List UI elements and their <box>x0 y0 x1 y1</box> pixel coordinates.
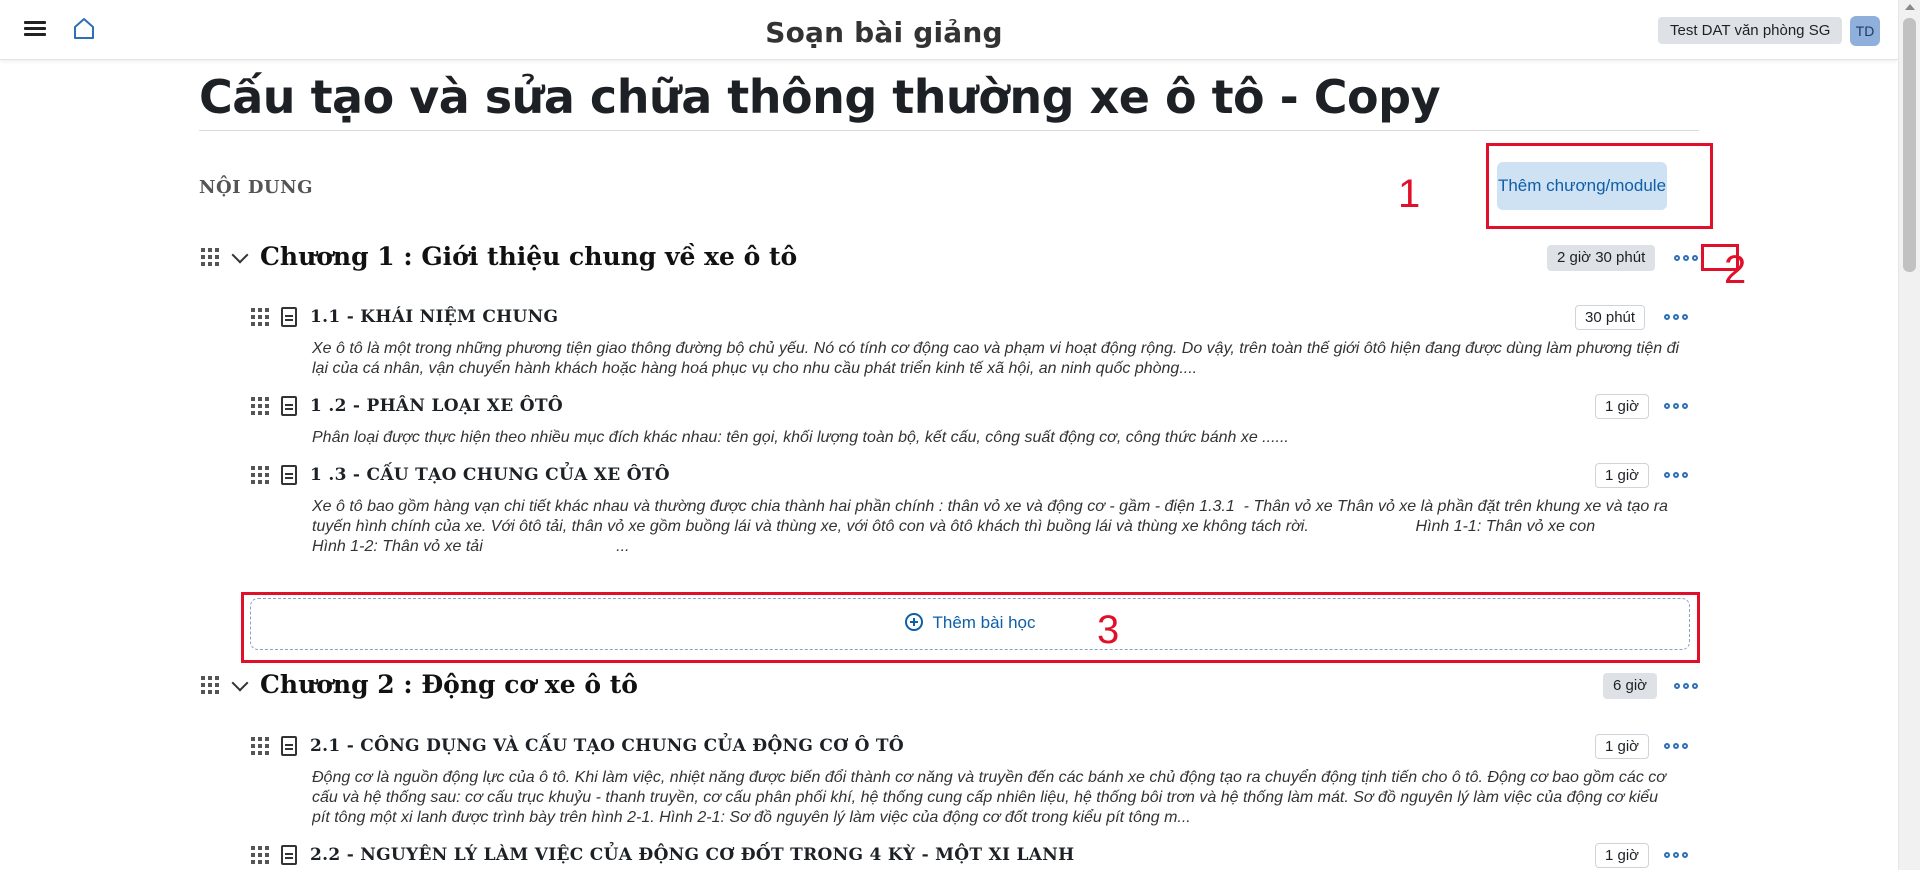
annotation-number-2: 2 <box>1724 248 1747 292</box>
drag-handle-icon[interactable] <box>251 737 269 755</box>
lesson-description: Xe ô tô bao gồm hàng vạn chi tiết khác n… <box>312 498 1668 555</box>
lesson-description: Phân loại được thực hiện theo nhiều mục … <box>312 429 1289 446</box>
plus-circle-icon <box>904 613 923 631</box>
lesson-description: Động cơ là nguồn động lực của ô tô. Khi … <box>312 769 1671 826</box>
drag-handle-icon[interactable] <box>251 466 269 484</box>
lesson-title[interactable]: 1 .2 - PHÂN LOẠI XE ÔTÔ <box>310 396 563 416</box>
drag-handle-icon[interactable] <box>251 397 269 415</box>
add-lesson-content: Thêm bài học <box>251 613 1689 633</box>
annotation-number-1: 1 <box>1398 172 1421 216</box>
course-title: Cấu tạo và sửa chữa thông thường xe ô tô… <box>199 70 1441 124</box>
lesson-duration-badge: 1 giờ <box>1595 734 1650 759</box>
chapter-title[interactable]: Chương 1 : Giới thiệu chung về xe ô tô <box>260 242 797 271</box>
document-icon <box>281 396 297 416</box>
document-icon <box>281 465 297 485</box>
lesson-duration-badge: 1 giờ <box>1595 463 1650 488</box>
add-module-button[interactable]: Thêm chương/module <box>1497 162 1667 210</box>
lesson-duration-badge: 30 phút <box>1575 305 1646 330</box>
drag-handle-icon[interactable] <box>201 676 219 694</box>
chapter-more-options-icon[interactable] <box>1674 253 1700 263</box>
annotation-number-3: 3 <box>1097 608 1120 652</box>
user-name-badge[interactable]: Test DAT văn phòng SG <box>1658 17 1843 44</box>
chapter-more-options-icon[interactable] <box>1674 681 1700 691</box>
section-label: NỘI DUNG <box>199 177 313 198</box>
chevron-down-icon[interactable] <box>231 674 249 692</box>
document-icon <box>281 845 297 865</box>
document-icon <box>281 307 297 327</box>
lesson-duration-badge: 1 giờ <box>1595 394 1650 419</box>
lesson-title[interactable]: 2.1 - CÔNG DỤNG VÀ CẤU TẠO CHUNG CỦA ĐỘN… <box>310 736 904 756</box>
scroll-thumb[interactable] <box>1903 18 1916 272</box>
drag-handle-icon[interactable] <box>251 308 269 326</box>
chevron-down-icon[interactable] <box>231 246 249 264</box>
page-scrollbar[interactable] <box>1898 0 1920 870</box>
lesson-more-options-icon[interactable] <box>1664 850 1690 860</box>
lesson-more-options-icon[interactable] <box>1664 741 1690 751</box>
top-navbar: Soạn bài giảng Test DAT văn phòng SG TD <box>0 0 1898 60</box>
chapter-title[interactable]: Chương 2 : Động cơ xe ô tô <box>260 670 638 699</box>
add-lesson-button[interactable]: Thêm bài học <box>250 598 1690 650</box>
lesson-duration-badge: 1 giờ <box>1595 843 1650 868</box>
page-header-title: Soạn bài giảng <box>765 16 1003 49</box>
lesson-description: Xe ô tô là một trong những phương tiện g… <box>312 340 1684 377</box>
divider <box>199 130 1699 131</box>
lesson-more-options-icon[interactable] <box>1664 470 1690 480</box>
lesson-more-options-icon[interactable] <box>1664 312 1690 322</box>
add-lesson-label: Thêm bài học <box>932 613 1036 632</box>
user-avatar[interactable]: TD <box>1850 16 1880 46</box>
chapter-duration-badge: 2 giờ 30 phút <box>1547 245 1656 271</box>
scroll-up-arrow-icon[interactable] <box>1905 4 1915 10</box>
lesson-more-options-icon[interactable] <box>1664 401 1690 411</box>
lesson-title[interactable]: 1 .3 - CẤU TẠO CHUNG CỦA XE ÔTÔ <box>310 465 670 485</box>
lesson-title[interactable]: 2.2 - NGUYÊN LÝ LÀM VIỆC CỦA ĐỘNG CƠ ĐỐT… <box>310 845 1074 865</box>
drag-handle-icon[interactable] <box>251 846 269 864</box>
document-icon <box>281 736 297 756</box>
lesson-title[interactable]: 1.1 - KHÁI NIỆM CHUNG <box>310 307 558 327</box>
chapter-duration-badge: 6 giờ <box>1603 673 1658 699</box>
drag-handle-icon[interactable] <box>201 248 219 266</box>
